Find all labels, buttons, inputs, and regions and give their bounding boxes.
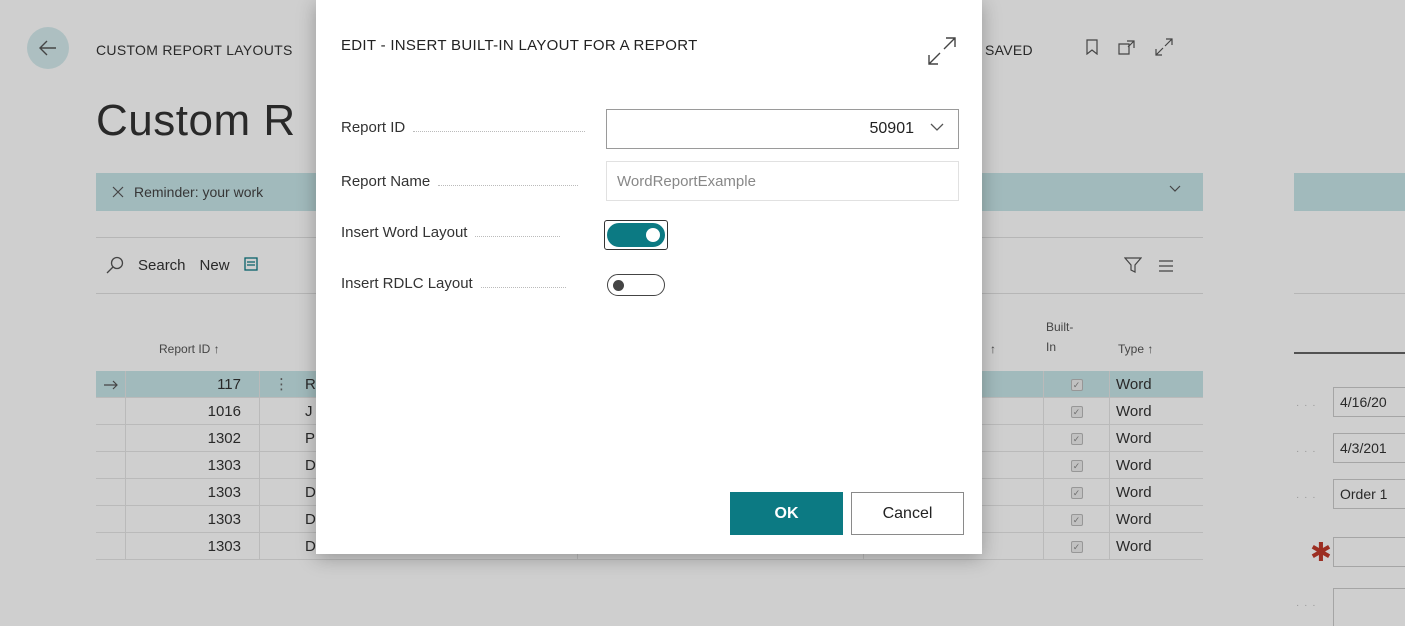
report-id-value: 50901 [869,120,915,137]
insert-rdlc-label: Insert RDLC Layout [341,275,473,292]
chevron-down-icon [930,123,944,131]
field-dots [480,287,566,288]
field-dots [475,236,561,237]
expand-icon[interactable] [927,36,957,66]
report-name-value: WordReportExample [617,173,756,190]
insert-layout-dialog: EDIT - INSERT BUILT-IN LAYOUT FOR A REPO… [316,0,982,554]
report-id-label-row: Report ID [341,119,586,136]
cancel-button[interactable]: Cancel [851,492,964,535]
report-id-select[interactable]: 50901 [606,109,959,149]
report-name-label: Report Name [341,173,431,190]
field-dots [413,131,586,132]
insert-rdlc-layout-toggle[interactable] [607,274,665,296]
field-dots [438,185,579,186]
insert-word-layout-toggle[interactable] [604,220,668,250]
insert-rdlc-label-row: Insert RDLC Layout [341,275,566,292]
report-name-field[interactable]: WordReportExample [606,161,959,201]
insert-word-label: Insert Word Layout [341,224,468,241]
report-id-label: Report ID [341,119,406,136]
report-name-label-row: Report Name [341,173,579,190]
dialog-title: EDIT - INSERT BUILT-IN LAYOUT FOR A REPO… [341,37,698,54]
insert-word-label-row: Insert Word Layout [341,224,561,241]
ok-button[interactable]: OK [730,492,843,535]
